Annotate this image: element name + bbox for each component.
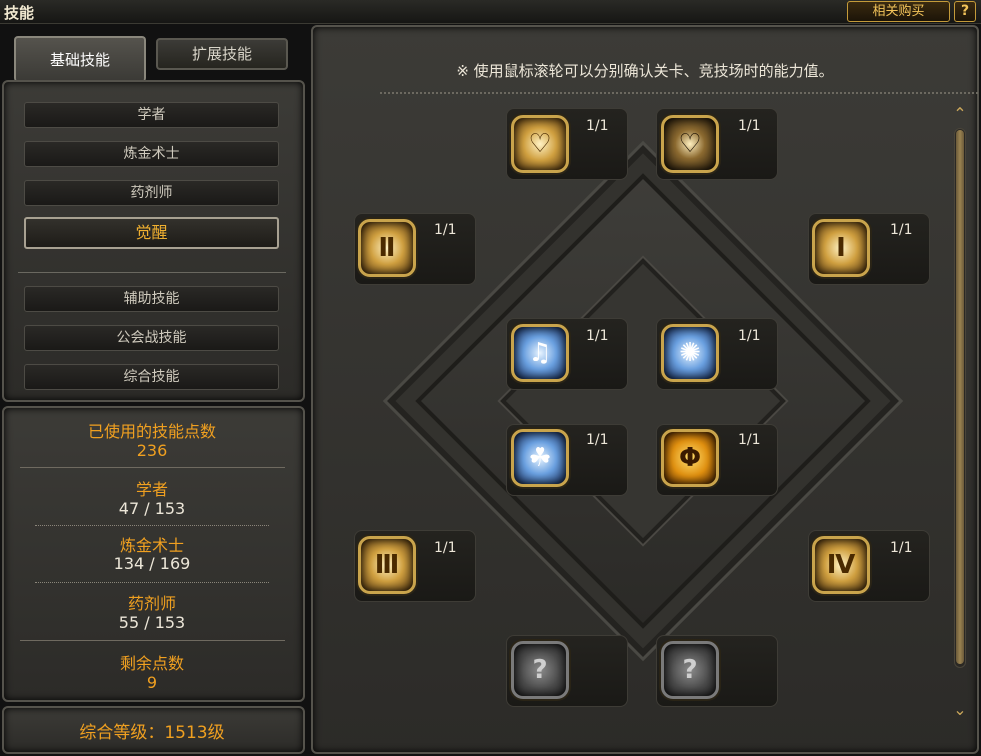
locked-question-icon: ? xyxy=(661,641,719,699)
skill-level: 1/1 xyxy=(434,540,457,556)
stats-divider xyxy=(20,467,285,468)
class-pharmacist-button[interactable]: 药剂师 xyxy=(24,180,279,206)
heart-icon[interactable]: ♡ xyxy=(511,115,569,173)
skill-level: 1/1 xyxy=(890,222,913,238)
remaining-points-label: 剩余点数 xyxy=(119,654,184,673)
used-points-value: 236 xyxy=(136,441,168,460)
used-points-label: 已使用的技能点数 xyxy=(87,422,216,441)
roman-4-icon[interactable]: Ⅳ xyxy=(812,536,870,594)
golden-emblem-icon[interactable]: Φ xyxy=(661,429,719,487)
pharmacist-points-label: 药剂师 xyxy=(127,594,176,613)
alchemist-points-label: 炼金术士 xyxy=(119,536,184,555)
skill-level: 1/1 xyxy=(586,328,609,344)
roman-2-icon[interactable]: Ⅱ xyxy=(358,219,416,277)
roman-1-icon[interactable]: Ⅰ xyxy=(812,219,870,277)
scroll-up-icon[interactable]: ⌃ xyxy=(948,104,972,124)
notice-divider xyxy=(380,92,978,94)
scroll-notice: ※ 使用鼠标滚轮可以分别确认关卡、竞技场时的能力值。 xyxy=(456,62,834,80)
skill-level: 1/1 xyxy=(890,540,913,556)
skill-level: 1/1 xyxy=(738,328,761,344)
scholar-points-label: 学者 xyxy=(135,480,168,499)
class-scholar-button[interactable]: 学者 xyxy=(24,102,279,128)
scholar-points-value: 47 / 153 xyxy=(118,499,186,518)
heart-shield-icon[interactable]: ♡ xyxy=(661,115,719,173)
pharmacist-points-value: 55 / 153 xyxy=(118,613,186,632)
class-alchemist-button[interactable]: 炼金术士 xyxy=(24,141,279,167)
bubble-burst-icon[interactable]: ☘ xyxy=(511,429,569,487)
locked-question-icon: ? xyxy=(511,641,569,699)
skill-level: 1/1 xyxy=(434,222,457,238)
skill-level: 1/1 xyxy=(738,118,761,134)
stats-separator xyxy=(35,525,269,526)
roman-3-icon[interactable]: Ⅲ xyxy=(358,536,416,594)
tab-extended-skills[interactable]: 扩展技能 xyxy=(156,38,288,70)
stats-separator xyxy=(35,582,269,583)
general-skills-button[interactable]: 综合技能 xyxy=(24,364,279,390)
title-bar: 技能 相关购买 ? xyxy=(0,0,981,24)
tab-basic-skills[interactable]: 基础技能 xyxy=(14,36,146,82)
class-divider xyxy=(18,272,286,273)
support-skills-button[interactable]: 辅助技能 xyxy=(24,286,279,312)
alchemist-points-value: 134 / 169 xyxy=(113,554,191,573)
class-awakening-button[interactable]: 觉醒 xyxy=(24,217,279,249)
bubbles-icon[interactable]: ✺ xyxy=(661,324,719,382)
guild-war-skills-button[interactable]: 公会战技能 xyxy=(24,325,279,351)
stats-divider xyxy=(20,640,285,641)
remaining-points-value: 9 xyxy=(146,673,158,692)
skill-level: 1/1 xyxy=(586,118,609,134)
window-title: 技能 xyxy=(4,4,35,22)
overall-level-text: 综合等级：1513级 xyxy=(79,723,225,743)
scroll-down-icon[interactable]: ⌄ xyxy=(948,700,972,720)
help-button[interactable]: ? xyxy=(954,1,976,22)
skill-level: 1/1 xyxy=(586,432,609,448)
scrollbar-thumb[interactable] xyxy=(956,130,964,664)
related-purchase-button[interactable]: 相关购买 xyxy=(847,1,950,22)
water-splash-icon[interactable]: ♫ xyxy=(511,324,569,382)
skill-level: 1/1 xyxy=(738,432,761,448)
